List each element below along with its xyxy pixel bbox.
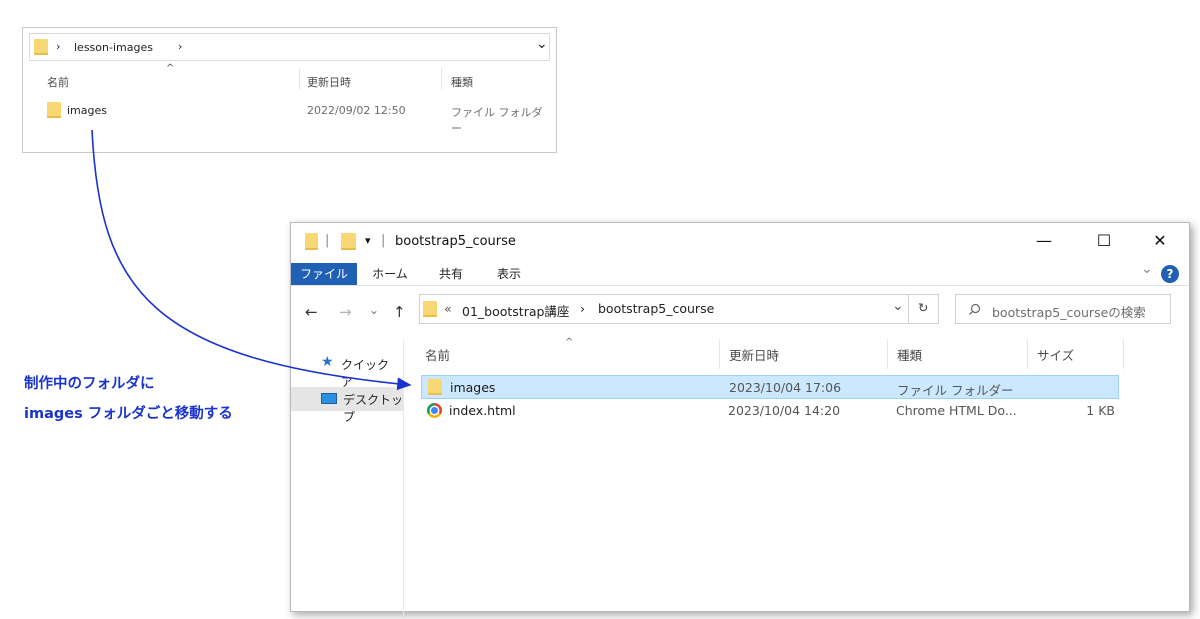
annotation-line-2: images フォルダごと移動する — [24, 406, 233, 422]
annotation-line-1: 制作中のフォルダに — [24, 376, 155, 392]
move-arrow — [91, 129, 412, 391]
